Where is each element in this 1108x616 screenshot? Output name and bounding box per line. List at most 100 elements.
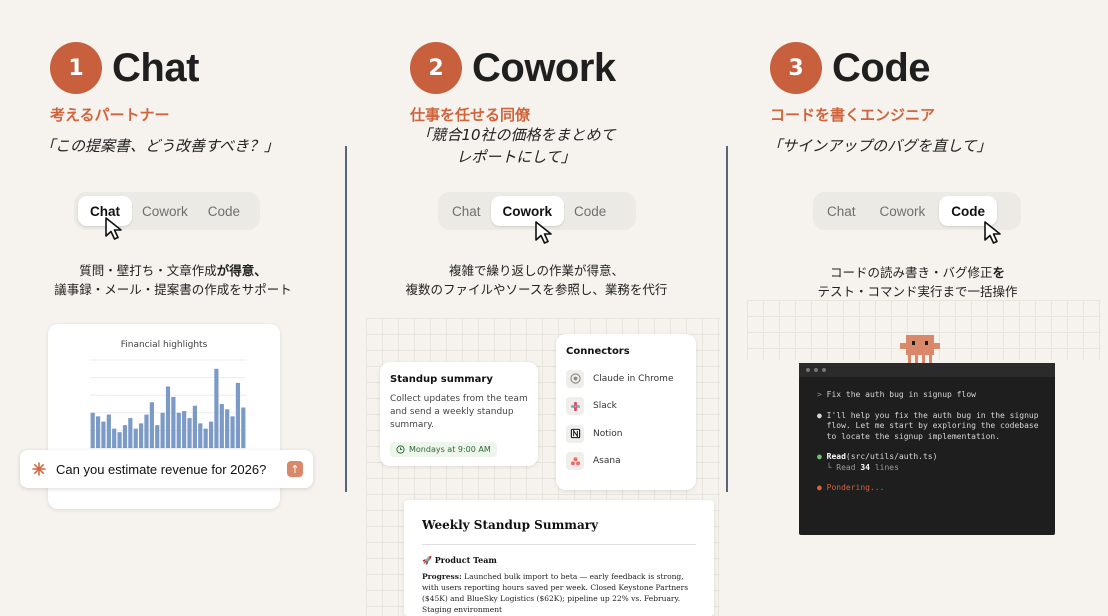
tab-cowork[interactable]: Cowork bbox=[132, 204, 198, 219]
connector-item[interactable]: Slack bbox=[566, 393, 686, 421]
chart-bar bbox=[139, 423, 144, 448]
weekly-progress-label: Progress: bbox=[422, 572, 462, 581]
desc-line2: テスト・コマンド実行まで一括操作 bbox=[817, 284, 1018, 299]
send-button[interactable]: ↑ bbox=[287, 461, 303, 477]
weekly-title: Weekly Standup Summary bbox=[422, 518, 599, 532]
mode-switcher: Chat Cowork Code bbox=[74, 192, 260, 230]
tool-read-result-a: Read bbox=[836, 462, 861, 472]
slack-icon bbox=[566, 397, 584, 416]
column-subtitle: コードを書くエンジニア bbox=[770, 106, 936, 124]
standup-body: Collect updates from the team and send a… bbox=[390, 394, 528, 430]
chart-bar bbox=[95, 416, 101, 448]
standup-summary-card[interactable]: Standup summary Collect updates from the… bbox=[380, 362, 538, 466]
heading-cowork: 2 Cowork bbox=[410, 42, 616, 94]
desc-line1a: 質問・壁打ち・文章作成 bbox=[79, 263, 217, 278]
desc-line1: 複雑で繰り返しの作業が得意、 bbox=[448, 263, 624, 278]
chart-bar bbox=[230, 416, 235, 448]
column-title: Chat bbox=[112, 45, 199, 90]
connectors-title: Connectors bbox=[566, 346, 630, 357]
tool-read-label: Read bbox=[826, 452, 846, 461]
chart-bar bbox=[165, 386, 171, 448]
chart-bar bbox=[182, 411, 187, 448]
pointer-cursor-icon bbox=[984, 221, 1001, 244]
column-description: 複雑で繰り返しの作業が得意、 複数のファイルやソースを参照し、業務を代行 bbox=[346, 261, 727, 299]
chart-bar bbox=[225, 409, 230, 448]
tool-read-path: (src/utils/auth.ts) bbox=[845, 452, 938, 461]
connector-item[interactable]: Notion bbox=[566, 420, 686, 448]
pointer-cursor-icon bbox=[535, 221, 552, 244]
tab-code[interactable]: Code bbox=[198, 204, 250, 219]
asana-icon bbox=[566, 452, 584, 471]
example-quote: 「サインアップのバグを直して」 bbox=[767, 137, 992, 155]
quote-line1: 「競合10社の価格をまとめて bbox=[416, 126, 616, 144]
quote-line2: レポートにして」 bbox=[456, 148, 576, 166]
desc-line1b: が得意、 bbox=[216, 263, 267, 278]
tab-cowork[interactable]: Cowork bbox=[866, 204, 940, 219]
pointer-cursor-icon bbox=[105, 217, 122, 240]
chart-bar bbox=[241, 407, 246, 448]
desc-line2: 複数のファイルやソースを参照し、業務を代行 bbox=[405, 282, 668, 297]
terminal-response-line: to locate the signup implementation. bbox=[826, 431, 1001, 441]
desc-line1a: コードの読み書き・バグ修正 bbox=[829, 265, 993, 280]
chart-bar bbox=[112, 428, 117, 448]
chart-bar bbox=[219, 404, 224, 448]
desc-line1b: を bbox=[992, 265, 1006, 280]
chart-bar bbox=[149, 402, 154, 448]
terminal-response-line: I'll help you fix the auth bug in the si… bbox=[826, 410, 1039, 420]
column-cowork: 2 Cowork 仕事を任せる同僚 「競合10社の価格をまとめて レポートにして… bbox=[346, 0, 727, 616]
weekly-separator bbox=[422, 544, 696, 545]
mascot-icon bbox=[900, 335, 940, 363]
column-title: Code bbox=[832, 45, 931, 90]
notion-icon bbox=[566, 424, 584, 443]
connector-label: Slack bbox=[593, 401, 617, 412]
weekly-team-heading: 🚀 Product Team bbox=[422, 555, 497, 565]
connector-label: Asana bbox=[593, 456, 621, 467]
connector-item[interactable]: Asana bbox=[566, 448, 686, 476]
terminal-output: > Fix the auth bug in signup flow ● I'll… bbox=[817, 390, 1039, 492]
window-dot-icon bbox=[814, 368, 818, 372]
chart-bar bbox=[176, 412, 181, 448]
connectors-list: Claude in Chrome Slack Notion Asana bbox=[566, 365, 686, 475]
clock-icon bbox=[396, 445, 405, 454]
chart-bar bbox=[208, 421, 214, 448]
step-number-badge: 1 bbox=[50, 42, 102, 94]
weekly-standup-document: Weekly Standup Summary 🚀 Product Team Pr… bbox=[404, 500, 714, 616]
chart-bar bbox=[144, 414, 149, 448]
tab-code[interactable]: Code bbox=[564, 204, 616, 219]
column-chat: 1 Chat 考えるパートナー 「この提案書、どう改善すべき？」 Chat Co… bbox=[0, 0, 346, 616]
chart-bar bbox=[90, 412, 95, 448]
chart-bar bbox=[117, 432, 122, 448]
arrow-up-icon: ↑ bbox=[290, 462, 300, 476]
terminal-titlebar bbox=[799, 363, 1055, 377]
column-description: コードの読み書き・バグ修正を テスト・コマンド実行まで一括操作 bbox=[727, 263, 1108, 301]
example-quote: 「競合10社の価格をまとめて レポートにして」 bbox=[396, 124, 636, 168]
tab-chat[interactable]: Chat bbox=[442, 204, 491, 219]
step-number-badge: 3 bbox=[770, 42, 822, 94]
column-subtitle: 仕事を任せる同僚 bbox=[410, 106, 531, 124]
heading-chat: 1 Chat bbox=[50, 42, 199, 94]
chat-prompt-input[interactable]: Can you estimate revenue for 2026? ↑ bbox=[20, 450, 313, 488]
chart-bar bbox=[203, 428, 208, 448]
chart-bar bbox=[214, 368, 219, 448]
chart-bar bbox=[128, 418, 133, 448]
tab-chat[interactable]: Chat bbox=[817, 204, 866, 219]
chart-bar bbox=[101, 421, 106, 448]
column-code: 3 Code コードを書くエンジニア 「サインアップのバグを直して」 Chat … bbox=[727, 0, 1108, 616]
prompt-text: Can you estimate revenue for 2026? bbox=[56, 461, 267, 477]
connector-label: Claude in Chrome bbox=[593, 373, 674, 384]
terminal-window: > Fix the auth bug in signup flow ● I'll… bbox=[799, 363, 1055, 535]
chart-bar bbox=[235, 382, 241, 448]
weekly-body: Progress: Launched bulk import to beta —… bbox=[422, 571, 696, 615]
connector-item[interactable]: Claude in Chrome bbox=[566, 365, 686, 393]
chart-bar bbox=[160, 412, 165, 448]
tool-read-count: 34 bbox=[860, 462, 870, 472]
column-title: Cowork bbox=[472, 45, 616, 90]
window-dot-icon bbox=[822, 368, 826, 372]
chart-bar bbox=[122, 425, 128, 448]
sparkle-icon bbox=[32, 462, 46, 476]
schedule-badge: Mondays at 9:00 AM bbox=[390, 442, 497, 457]
step-number-badge: 2 bbox=[410, 42, 462, 94]
terminal-response-line: flow. Let me start by exploring the code… bbox=[826, 421, 1039, 430]
chart-bar bbox=[106, 414, 111, 448]
chart-bar bbox=[192, 405, 197, 448]
